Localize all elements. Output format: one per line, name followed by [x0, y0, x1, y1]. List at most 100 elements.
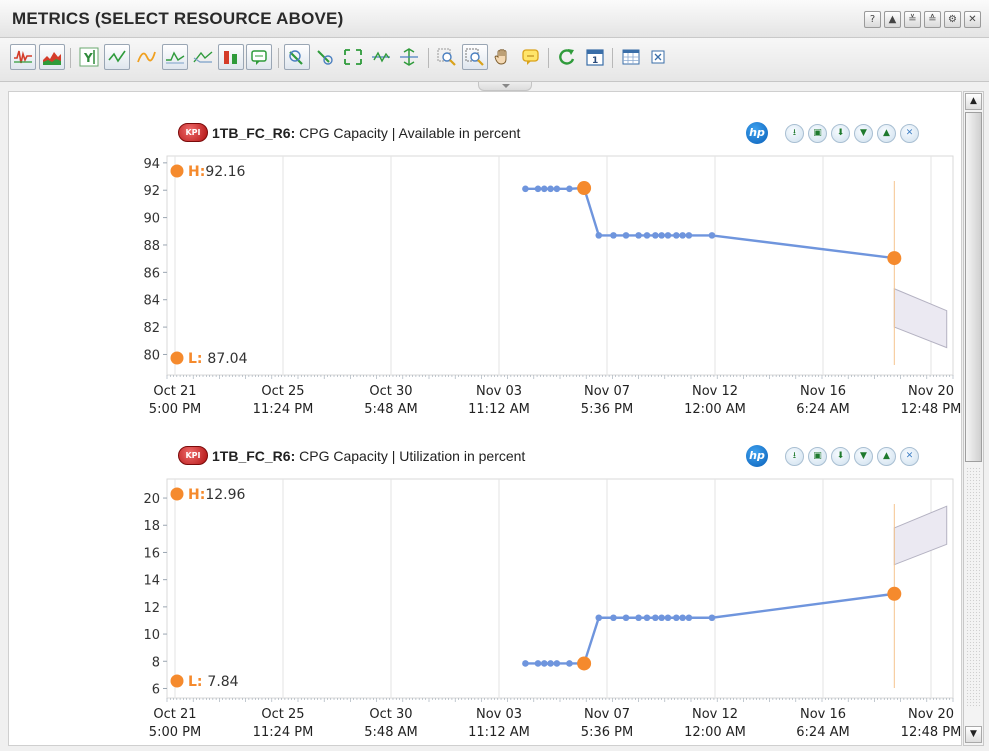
- x-tick-label: 12:00 AM: [684, 725, 746, 740]
- download-icon[interactable]: ⬇: [831, 124, 850, 143]
- x-tick-label: 11:12 AM: [468, 402, 530, 417]
- x-tick-label: Nov 20: [908, 707, 954, 722]
- chart-resource-name: 1TB_FC_R6:: [212, 125, 296, 141]
- move-up-icon[interactable]: ▲: [877, 447, 896, 466]
- save-icon[interactable]: ▣: [808, 124, 827, 143]
- y-tick-label: 18: [143, 519, 160, 534]
- chart-header: KPI 1TB_FC_R6: CPG Capacity | Available …: [9, 119, 961, 147]
- hp-logo-icon: hp: [746, 445, 768, 467]
- download-csv-icon[interactable]: ⭳: [785, 124, 804, 143]
- move-down-icon[interactable]: ▼: [854, 447, 873, 466]
- y-axis-icon[interactable]: Y: [76, 44, 102, 70]
- x-tick-label: Nov 03: [476, 384, 522, 399]
- annotation-icon[interactable]: [246, 44, 272, 70]
- threshold-icon[interactable]: [218, 44, 244, 70]
- data-point: [540, 185, 548, 193]
- x-tick-label: Nov 12: [692, 707, 738, 722]
- y-tick-label: 90: [143, 212, 160, 227]
- expand-down-button[interactable]: ≚: [904, 11, 921, 28]
- x-tick-label: Oct 25: [261, 707, 304, 722]
- data-point: [658, 232, 665, 239]
- data-point: [622, 614, 630, 622]
- y-tick-label: 8: [152, 655, 160, 670]
- data-point: [635, 232, 642, 239]
- clear-icon[interactable]: [284, 44, 310, 70]
- y-tick-label: 80: [143, 348, 160, 363]
- calendar-icon[interactable]: 1: [582, 44, 608, 70]
- data-point: [643, 232, 651, 239]
- data-point: [534, 660, 542, 667]
- data-point: [595, 614, 603, 622]
- export-icon[interactable]: [645, 44, 671, 70]
- trend-icon[interactable]: [104, 44, 130, 70]
- high-marker: [170, 487, 184, 501]
- kpi-badge: KPI: [178, 446, 208, 465]
- x-tick-label: Oct 21: [153, 707, 196, 722]
- x-tick-label: Oct 30: [369, 384, 412, 399]
- comment-icon[interactable]: [518, 44, 544, 70]
- area-chart-icon[interactable]: [39, 44, 65, 70]
- scroll-up-button[interactable]: ▲: [965, 93, 982, 110]
- collapse-all-button[interactable]: ≙: [924, 11, 941, 28]
- x-tick-label: Nov 12: [692, 384, 738, 399]
- scroll-down-button[interactable]: ▼: [965, 726, 982, 743]
- data-point: [522, 660, 529, 667]
- toolbar-collapse-handle[interactable]: [478, 82, 532, 91]
- low-marker: [170, 674, 184, 688]
- chart-header: KPI 1TB_FC_R6: CPG Capacity | Utilizatio…: [9, 442, 961, 470]
- close-button[interactable]: ✕: [964, 11, 981, 28]
- data-point: [566, 660, 573, 667]
- pan-icon[interactable]: [490, 44, 516, 70]
- data-point: [566, 185, 573, 193]
- x-tick-label: 5:48 AM: [364, 725, 417, 740]
- data-point: [595, 232, 603, 239]
- y-tick-label: 10: [143, 628, 160, 643]
- collapse-up-button[interactable]: ▲: [884, 11, 901, 28]
- table-icon[interactable]: [618, 44, 644, 70]
- normalize-icon[interactable]: [368, 44, 394, 70]
- data-point: [610, 232, 617, 239]
- chart-metric-name: CPG Capacity | Available in percent: [299, 125, 521, 141]
- scroll-thumb[interactable]: [965, 112, 982, 462]
- save-icon[interactable]: ▣: [808, 447, 827, 466]
- vertical-scrollbar[interactable]: ▲ ▼: [963, 91, 984, 746]
- zoom-box-icon[interactable]: [462, 44, 488, 70]
- x-tick-label: 5:36 PM: [581, 725, 633, 740]
- select-icon[interactable]: [312, 44, 338, 70]
- x-tick-label: Nov 07: [584, 707, 630, 722]
- move-down-icon[interactable]: ▼: [854, 124, 873, 143]
- help-button[interactable]: ?: [864, 11, 881, 28]
- download-icon[interactable]: ⬇: [831, 447, 850, 466]
- refresh-icon[interactable]: [554, 44, 580, 70]
- x-tick-label: Nov 03: [476, 707, 522, 722]
- fit-icon[interactable]: [340, 44, 366, 70]
- high-value-label: H:12.96: [188, 487, 246, 503]
- move-up-icon[interactable]: ▲: [877, 124, 896, 143]
- y-tick-label: 92: [143, 184, 160, 199]
- kpi-badge: KPI: [178, 123, 208, 142]
- smooth-line-icon[interactable]: [133, 44, 159, 70]
- y-tick-label: 94: [143, 157, 160, 172]
- x-tick-label: Oct 25: [261, 384, 304, 399]
- line-chart-icon[interactable]: [10, 44, 36, 70]
- data-point: [534, 185, 542, 193]
- data-point: [610, 614, 617, 622]
- data-point: [685, 232, 693, 239]
- data-point: [553, 660, 561, 667]
- x-tick-label: 11:24 PM: [253, 725, 314, 740]
- highlight-point: [577, 656, 592, 671]
- zoom-icon[interactable]: [434, 44, 460, 70]
- x-tick-label: Nov 20: [908, 384, 954, 399]
- compare-icon[interactable]: [190, 44, 216, 70]
- remove-chart-icon[interactable]: ✕: [900, 124, 919, 143]
- spread-icon[interactable]: [396, 44, 422, 70]
- settings-button[interactable]: ⚙: [944, 11, 961, 28]
- scroll-track[interactable]: [966, 467, 981, 707]
- data-point: [679, 232, 686, 239]
- data-point: [547, 185, 554, 193]
- x-tick-label: Nov 16: [800, 384, 846, 399]
- download-csv-icon[interactable]: ⭳: [785, 447, 804, 466]
- x-tick-label: Oct 21: [153, 384, 196, 399]
- step-line-icon[interactable]: [162, 44, 188, 70]
- remove-chart-icon[interactable]: ✕: [900, 447, 919, 466]
